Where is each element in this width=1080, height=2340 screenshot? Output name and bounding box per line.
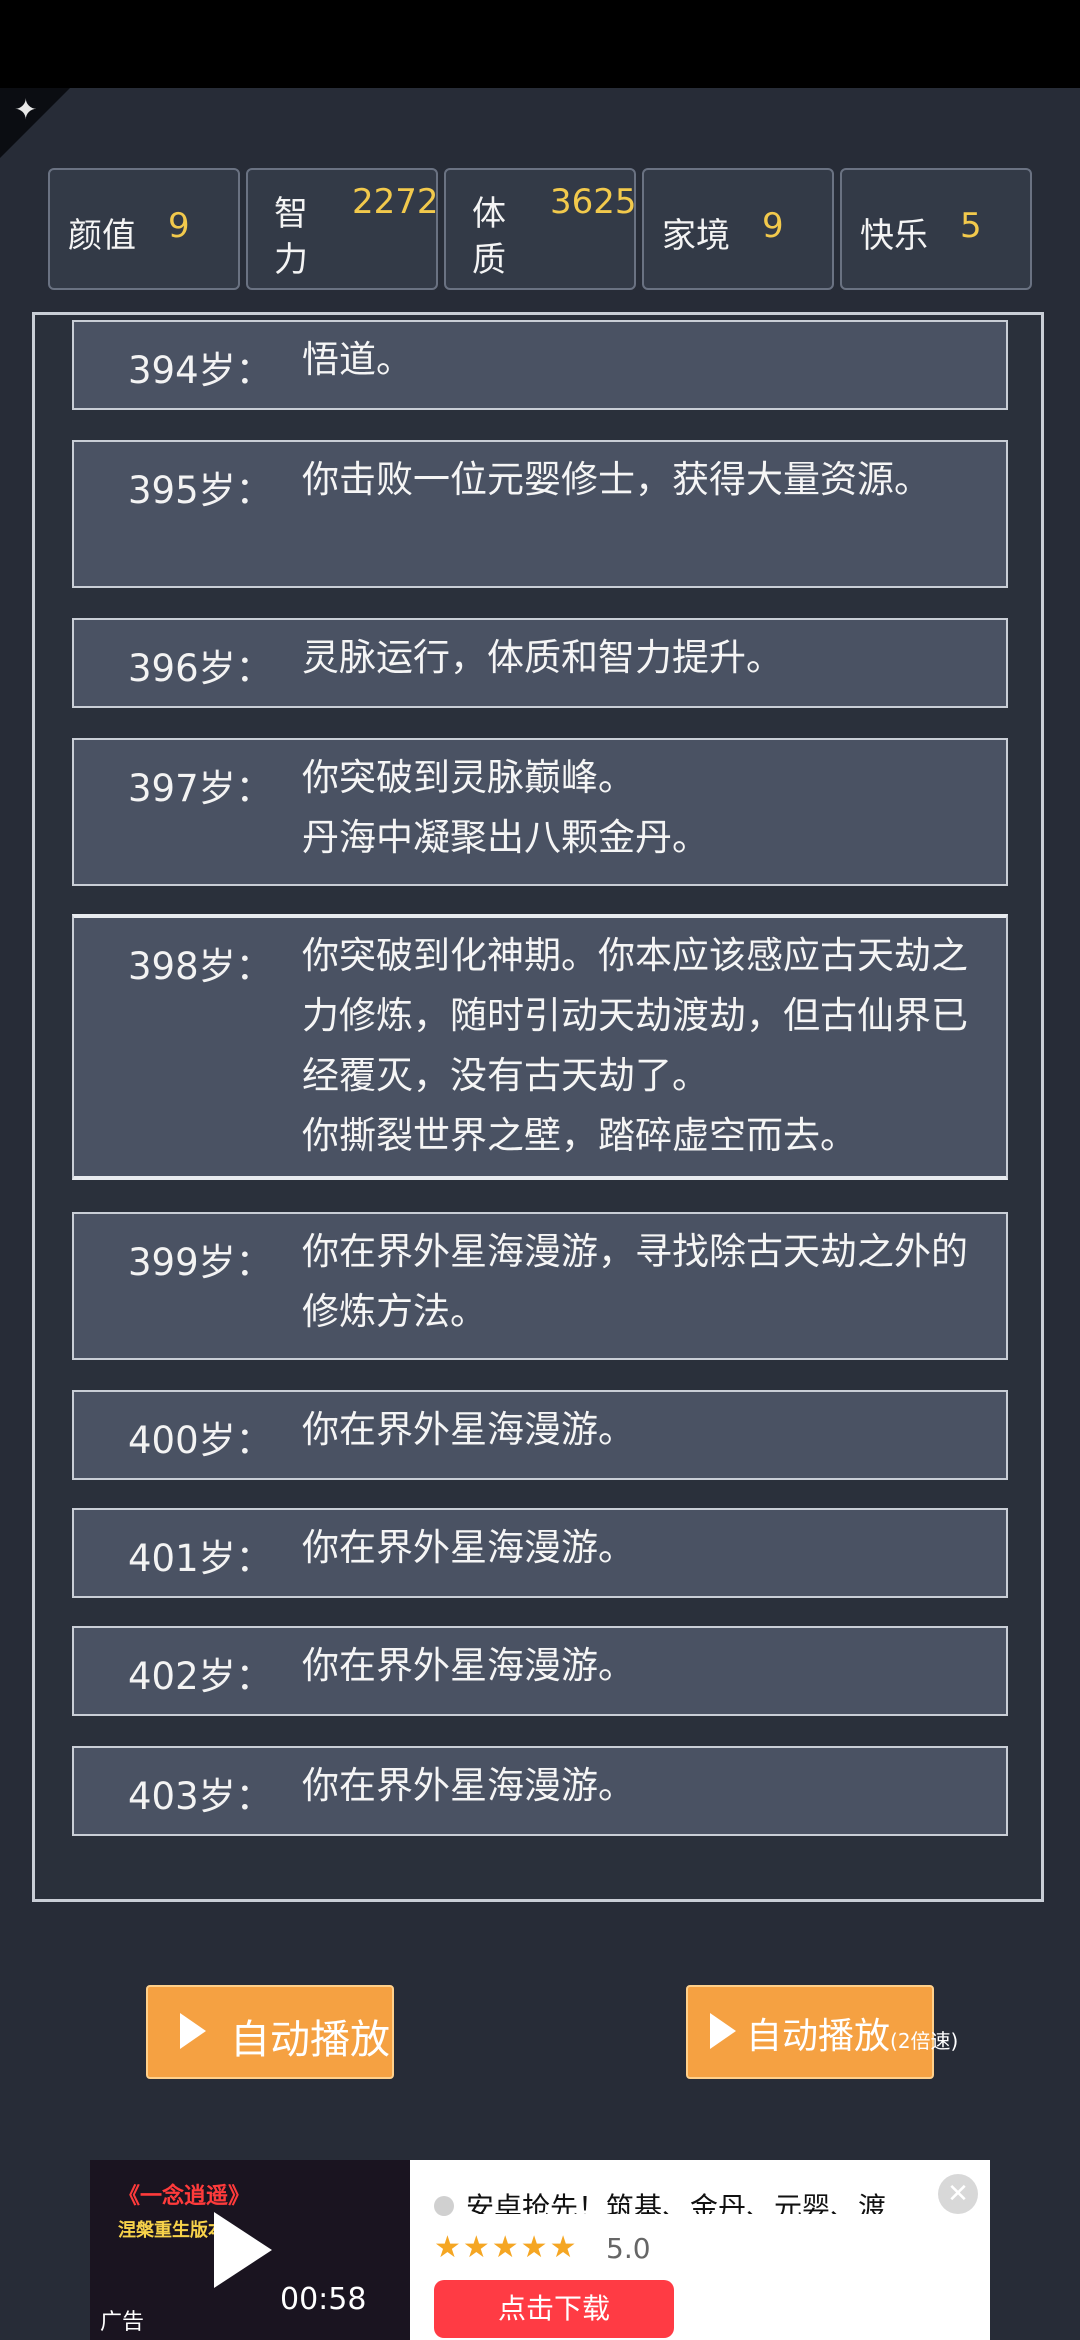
bone-icon[interactable]: ✦: [14, 96, 37, 124]
log-entry: 401岁： 你在界外星海漫游。: [72, 1508, 1008, 1598]
download-button[interactable]: 点击下载: [434, 2280, 674, 2338]
star-rating-icon: ★★★★★: [434, 2230, 579, 2265]
log-age: 398岁：: [128, 945, 273, 988]
stat-physique: 体 质 3625: [444, 168, 637, 290]
log-entry: 403岁： 你在界外星海漫游。: [72, 1746, 1008, 1836]
ad-info[interactable]: 安卓抢先！筑基、金丹、元婴、渡 ★★★★★ 5.0 点击下载 ✕: [410, 2160, 990, 2340]
log-entry: 399岁： 你在界外星海漫游，寻找除古天劫之外的修炼方法。: [72, 1212, 1008, 1360]
stat-label: 颜值: [68, 216, 136, 256]
log-text: 你在界外星海漫游。: [302, 1526, 635, 1569]
log-entry: 394岁： 悟道。: [72, 320, 1008, 410]
stat-label: 质: [472, 240, 506, 280]
log-age: 403岁：: [128, 1775, 273, 1818]
log-text: 灵脉运行，体质和智力提升。: [302, 636, 783, 679]
log-text: 你突破到灵脉巅峰。 丹海中凝聚出八颗金丹。: [302, 756, 709, 859]
log-text: 你在界外星海漫游。: [302, 1764, 635, 1807]
log-text: 你在界外星海漫游。: [302, 1408, 635, 1451]
log-age: 396岁：: [128, 647, 273, 690]
log-age: 397岁：: [128, 767, 273, 810]
log-age: 395岁：: [128, 469, 273, 512]
log-entry: 395岁： 你击败一位元婴修士，获得大量资源。: [72, 440, 1008, 588]
ad-headline: 安卓抢先！筑基、金丹、元婴、渡: [466, 2191, 887, 2214]
log-text: 你突破到化神期。你本应该感应古天劫之力修炼，随时引动天劫渡劫，但古仙界已经覆灭，…: [302, 934, 968, 1157]
log-age: 401岁：: [128, 1537, 273, 1580]
stat-happiness: 快乐 5: [840, 168, 1032, 290]
attribute-bar: 颜值 9 智 力 2272 体 质 3625 家境 9 快乐 5: [48, 168, 1032, 290]
stat-value: 9: [168, 206, 190, 246]
ad-rating: 5.0: [606, 2232, 651, 2265]
ad-video-subtitle: 涅槃重生版本: [118, 2220, 226, 2241]
stat-label: 快乐: [860, 216, 928, 256]
autoplay-fast-label: 自动播放: [746, 2016, 891, 2057]
log-age: 402岁：: [128, 1655, 273, 1698]
stat-label: 力: [274, 240, 308, 280]
log-entry: 402岁： 你在界外星海漫游。: [72, 1626, 1008, 1716]
log-text: 悟道。: [302, 338, 413, 381]
play-icon: [180, 2013, 206, 2049]
stat-label: 体: [472, 194, 506, 234]
autoplay-speed-label: (2倍速): [890, 2029, 959, 2053]
avatar: [434, 2196, 454, 2216]
autoplay-fast-button[interactable]: 自动播放(2倍速): [686, 1985, 958, 2079]
stat-appearance: 颜值 9: [48, 168, 240, 290]
log-text: 你在界外星海漫游，寻找除古天劫之外的修炼方法。: [302, 1230, 968, 1333]
ad-video[interactable]: 《一念逍遥》 涅槃重生版本 00:58 广告: [90, 2160, 410, 2340]
stat-family: 家境 9: [642, 168, 834, 290]
log-entry: 400岁： 你在界外星海漫游。: [72, 1390, 1008, 1480]
stat-label: 智: [274, 194, 308, 234]
stat-value: 9: [762, 206, 784, 246]
stat-value: 5: [960, 206, 982, 246]
autoplay-label: 自动播放: [230, 2017, 390, 2063]
close-icon[interactable]: ✕: [938, 2174, 978, 2214]
play-icon: [710, 2013, 736, 2049]
log-text: 你击败一位元婴修士，获得大量资源。: [302, 458, 931, 501]
log-text: 你在界外星海漫游。: [302, 1644, 635, 1687]
play-icon[interactable]: [214, 2212, 272, 2288]
ad-duration: 00:58: [280, 2282, 367, 2317]
log-entry: 396岁： 灵脉运行，体质和智力提升。: [72, 618, 1008, 708]
stat-value: 3625: [550, 182, 637, 222]
autoplay-button[interactable]: 自动播放: [146, 1985, 394, 2079]
log-age: 399岁：: [128, 1241, 273, 1284]
stat-label: 家境: [662, 216, 730, 256]
log-age: 400岁：: [128, 1419, 273, 1462]
log-entry-highlighted: 398岁： 你突破到化神期。你本应该感应古天劫之力修炼，随时引动天劫渡劫，但古仙…: [72, 914, 1008, 1180]
log-entry: 397岁： 你突破到灵脉巅峰。 丹海中凝聚出八颗金丹。: [72, 738, 1008, 886]
ad-banner[interactable]: 《一念逍遥》 涅槃重生版本 00:58 广告 安卓抢先！筑基、金丹、元婴、渡 ★…: [90, 2160, 990, 2340]
stat-intelligence: 智 力 2272: [246, 168, 439, 290]
ad-video-title: 《一念逍遥》: [118, 2184, 251, 2209]
autoplay-fast-text: 自动播放(2倍速): [746, 2007, 958, 2059]
log-age: 394岁：: [128, 349, 273, 392]
status-bar: [0, 0, 1080, 88]
stat-value: 2272: [352, 182, 439, 222]
ad-label: 广告: [100, 2310, 145, 2335]
